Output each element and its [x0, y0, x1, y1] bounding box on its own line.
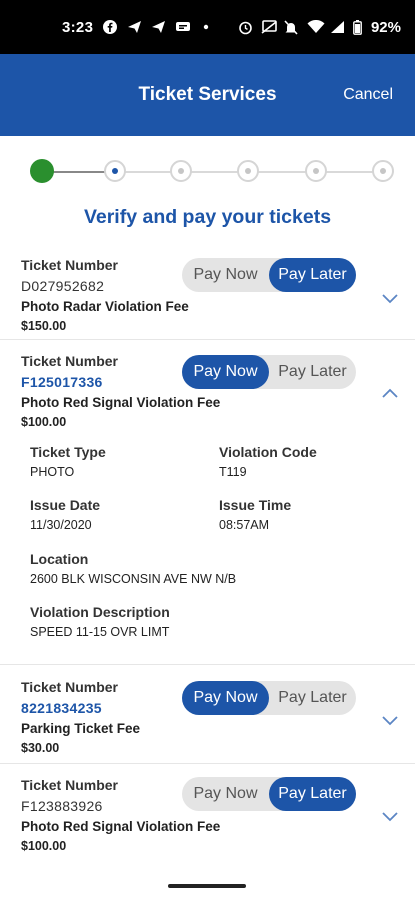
violation-code-label: Violation Code [219, 444, 317, 460]
pay-later-option[interactable]: Pay Later [269, 681, 356, 715]
location-value: 2600 BLK WISCONSIN AVE NW N/B [30, 572, 237, 586]
ticket-fee-type: Photo Red Signal Violation Fee [21, 395, 221, 410]
pay-toggle: Pay Now Pay Later [182, 355, 356, 389]
ticket-number-label: Ticket Number [21, 679, 118, 695]
pay-toggle: Pay Now Pay Later [182, 777, 356, 811]
ticket-number: D027952682 [21, 278, 105, 294]
ticket-amount: $100.00 [21, 839, 67, 853]
ticket-number: F125017336 [21, 374, 103, 390]
send-icon [151, 20, 166, 34]
battery-percent: 92% [370, 18, 401, 36]
page-title: Verify and pay your tickets [83, 206, 332, 228]
ticket-row[interactable]: Ticket Number D027952682 Photo Radar Vio… [0, 248, 415, 340]
status-bar: 3:23 92% [0, 0, 415, 54]
battery-icon [353, 20, 362, 35]
ticket-number-label: Ticket Number [21, 257, 118, 273]
mute-icon [284, 20, 298, 35]
ticket-type-value: PHOTO [30, 465, 75, 479]
ticket-amount: $100.00 [21, 415, 67, 429]
issue-time-value: 08:57AM [219, 518, 270, 532]
ticket-type-label: Ticket Type [30, 444, 106, 460]
progress-stepper [30, 159, 394, 184]
app-header: Ticket Services Cancel [0, 54, 415, 136]
chevron-up-icon[interactable] [381, 385, 399, 403]
violation-code-value: T119 [219, 465, 247, 479]
ticket-amount: $150.00 [21, 319, 67, 333]
ticket-fee-type: Photo Radar Violation Fee [21, 299, 189, 314]
issue-time-label: Issue Time [219, 497, 292, 513]
issue-date-label: Issue Date [30, 497, 101, 513]
pay-now-option[interactable]: Pay Now [182, 777, 269, 811]
alarm-icon [238, 20, 252, 35]
ticket-row[interactable]: Ticket Number 8221834235 Parking Ticket … [0, 665, 415, 764]
ticket-number: F123883926 [21, 798, 103, 814]
step-3 [170, 160, 192, 182]
pay-now-option[interactable]: Pay Now [182, 258, 269, 292]
location-label: Location [30, 551, 89, 567]
cast-icon [261, 20, 277, 34]
step-1-complete [30, 159, 54, 183]
dot-icon [199, 20, 213, 34]
status-time: 3:23 [62, 18, 94, 36]
chevron-down-icon[interactable] [381, 807, 399, 825]
ticket-row-expanded[interactable]: Ticket Number F125017336 Photo Red Signa… [0, 340, 415, 665]
issue-date-value: 11/30/2020 [30, 518, 92, 532]
send-icon [127, 20, 142, 34]
violation-description-value: SPEED 11-15 OVR LIMT [30, 625, 170, 639]
chevron-down-icon[interactable] [381, 711, 399, 729]
pay-later-option[interactable]: Pay Later [269, 258, 356, 292]
wifi-icon [307, 19, 325, 34]
pay-toggle: Pay Now Pay Later [182, 681, 356, 715]
chat-icon [175, 20, 191, 34]
pay-later-option[interactable]: Pay Later [269, 355, 356, 389]
step-5 [305, 160, 327, 182]
cancel-button[interactable]: Cancel [343, 54, 393, 136]
step-6 [372, 160, 394, 182]
violation-description-label: Violation Description [30, 604, 170, 620]
ticket-number: 8221834235 [21, 700, 102, 716]
ticket-number-label: Ticket Number [21, 777, 118, 793]
ticket-fee-type: Photo Red Signal Violation Fee [21, 819, 221, 834]
chevron-down-icon[interactable] [381, 289, 399, 307]
ticket-number-label: Ticket Number [21, 353, 118, 369]
ticket-amount: $30.00 [21, 741, 60, 755]
step-2-current [104, 160, 126, 182]
pay-later-option[interactable]: Pay Later [269, 777, 356, 811]
facebook-icon [103, 20, 118, 34]
ticket-fee-type: Parking Ticket Fee [21, 721, 141, 736]
home-indicator[interactable] [168, 884, 246, 888]
pay-toggle: Pay Now Pay Later [182, 258, 356, 292]
step-4 [237, 160, 259, 182]
pay-now-option[interactable]: Pay Now [182, 681, 269, 715]
pay-now-option[interactable]: Pay Now [182, 355, 269, 389]
ticket-row[interactable]: Ticket Number F123883926 Photo Red Signa… [0, 764, 415, 864]
signal-icon [330, 20, 344, 34]
